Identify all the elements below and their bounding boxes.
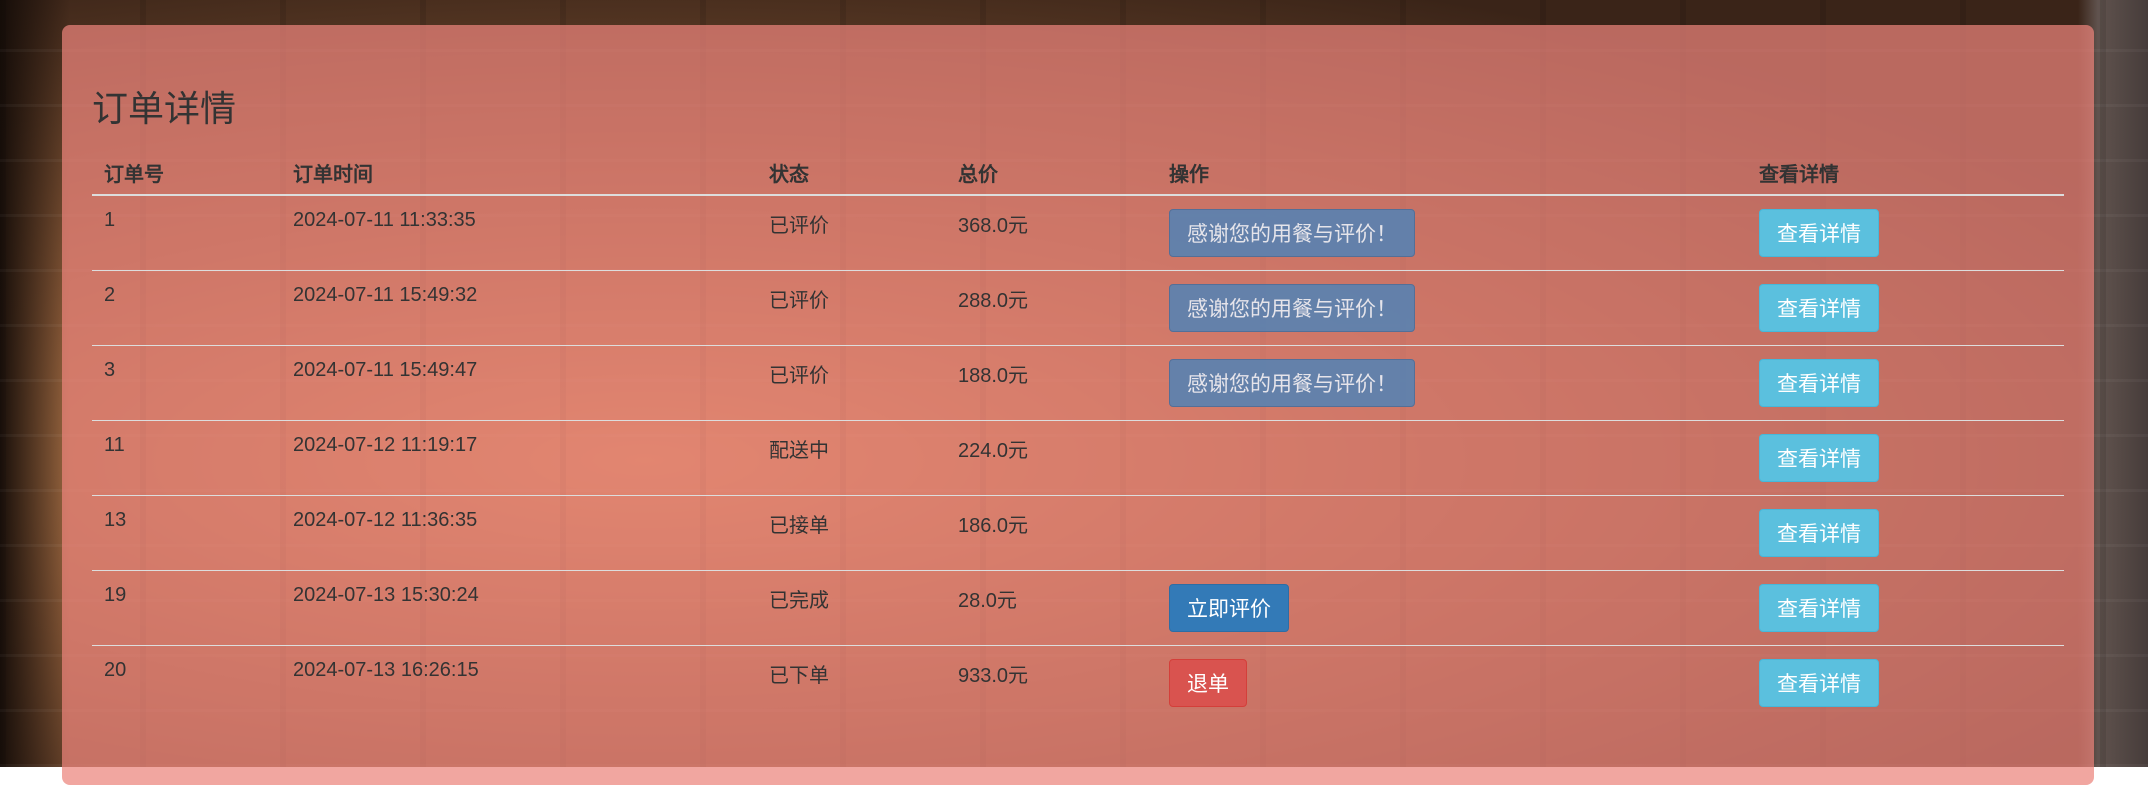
order-total: 288.0元 [958, 290, 1029, 312]
order-action-cell [1157, 495, 1747, 571]
order-time-cell: 2024-07-13 15:30:24 [281, 570, 757, 646]
order-id: 11 [104, 434, 125, 456]
view-detail-button[interactable]: 查看详情 [1759, 359, 1879, 407]
review-now-button[interactable]: 立即评价 [1169, 584, 1289, 632]
order-action-cell: 退单 [1157, 645, 1747, 720]
table-row: 13 2024-07-12 11:36:35 已接单 186.0元 查看详情 [92, 495, 2064, 571]
order-id: 2 [104, 284, 116, 306]
order-action-cell: 立即评价 [1157, 570, 1747, 646]
order-status: 已完成 [769, 590, 829, 612]
order-id: 13 [104, 509, 127, 531]
view-detail-button[interactable]: 查看详情 [1759, 584, 1879, 632]
order-time-cell: 2024-07-11 15:49:47 [281, 345, 757, 421]
order-total: 224.0元 [958, 440, 1029, 462]
order-time: 2024-07-12 11:19:17 [293, 434, 478, 456]
order-status-cell: 已评价 [757, 270, 946, 346]
view-detail-button[interactable]: 查看详情 [1759, 509, 1879, 557]
order-status: 已下单 [769, 665, 829, 687]
order-time: 2024-07-11 15:49:32 [293, 284, 478, 306]
order-total: 186.0元 [958, 515, 1029, 537]
order-time-cell: 2024-07-12 11:19:17 [281, 420, 757, 496]
order-action-cell: 感谢您的用餐与评价！ [1157, 270, 1747, 346]
order-time: 2024-07-13 15:30:24 [293, 584, 479, 606]
order-total: 368.0元 [958, 215, 1029, 237]
header-action: 操作 [1157, 150, 1747, 196]
order-detail-cell: 查看详情 [1747, 420, 2064, 496]
order-total: 188.0元 [958, 365, 1029, 387]
order-status: 配送中 [769, 440, 829, 462]
order-id: 19 [104, 584, 127, 606]
thanks-button[interactable]: 感谢您的用餐与评价！ [1169, 284, 1415, 332]
order-id: 1 [104, 209, 116, 231]
order-total-cell: 368.0元 [946, 195, 1157, 271]
orders-table: 订单号 订单时间 状态 总价 操作 查看详情 1 2024-07-11 11:3… [92, 150, 2064, 720]
header-status: 状态 [757, 150, 946, 196]
table-row: 20 2024-07-13 16:26:15 已下单 933.0元 退单 查看详… [92, 645, 2064, 720]
order-total-cell: 288.0元 [946, 270, 1157, 346]
refund-button[interactable]: 退单 [1169, 659, 1247, 707]
order-total-cell: 224.0元 [946, 420, 1157, 496]
order-action-cell [1157, 420, 1747, 496]
order-total: 28.0元 [958, 590, 1017, 612]
thanks-button[interactable]: 感谢您的用餐与评价！ [1169, 209, 1415, 257]
order-detail-cell: 查看详情 [1747, 195, 2064, 271]
order-id-cell: 2 [92, 270, 281, 346]
order-time: 2024-07-11 11:33:35 [293, 209, 476, 231]
table-row: 2 2024-07-11 15:49:32 已评价 288.0元 感谢您的用餐与… [92, 270, 2064, 346]
page-title: 订单详情 [92, 89, 237, 130]
order-total-cell: 188.0元 [946, 345, 1157, 421]
order-total-cell: 933.0元 [946, 645, 1157, 720]
view-detail-button[interactable]: 查看详情 [1759, 434, 1879, 482]
order-detail-cell: 查看详情 [1747, 345, 2064, 421]
thanks-button[interactable]: 感谢您的用餐与评价！ [1169, 359, 1415, 407]
order-id-cell: 3 [92, 345, 281, 421]
order-status: 已评价 [769, 365, 829, 387]
order-total-cell: 186.0元 [946, 495, 1157, 571]
view-detail-button[interactable]: 查看详情 [1759, 659, 1879, 707]
order-status-cell: 已接单 [757, 495, 946, 571]
order-time-cell: 2024-07-11 11:33:35 [281, 195, 757, 271]
order-time: 2024-07-11 15:49:47 [293, 359, 478, 381]
order-id-cell: 20 [92, 645, 281, 720]
order-total: 933.0元 [958, 665, 1029, 687]
order-status: 已接单 [769, 515, 829, 537]
order-detail-cell: 查看详情 [1747, 270, 2064, 346]
order-status-cell: 已评价 [757, 195, 946, 271]
order-status-cell: 已评价 [757, 345, 946, 421]
order-id-cell: 11 [92, 420, 281, 496]
order-time: 2024-07-13 16:26:15 [293, 659, 479, 681]
header-total: 总价 [946, 150, 1157, 196]
order-status-cell: 已下单 [757, 645, 946, 720]
order-status: 已评价 [769, 290, 829, 312]
order-time: 2024-07-12 11:36:35 [293, 509, 478, 531]
table-row: 3 2024-07-11 15:49:47 已评价 188.0元 感谢您的用餐与… [92, 345, 2064, 421]
order-time-cell: 2024-07-12 11:36:35 [281, 495, 757, 571]
order-id: 3 [104, 359, 116, 381]
table-header-row: 订单号 订单时间 状态 总价 操作 查看详情 [92, 150, 2064, 196]
order-action-cell: 感谢您的用餐与评价！ [1157, 195, 1747, 271]
order-id-cell: 13 [92, 495, 281, 571]
order-detail-cell: 查看详情 [1747, 495, 2064, 571]
table-row: 11 2024-07-12 11:19:17 配送中 224.0元 查看详情 [92, 420, 2064, 496]
order-total-cell: 28.0元 [946, 570, 1157, 646]
header-order-time: 订单时间 [281, 150, 757, 196]
table-row: 19 2024-07-13 15:30:24 已完成 28.0元 立即评价 查看… [92, 570, 2064, 646]
order-status-cell: 已完成 [757, 570, 946, 646]
header-order-id: 订单号 [92, 150, 281, 196]
order-status: 已评价 [769, 215, 829, 237]
order-status-cell: 配送中 [757, 420, 946, 496]
table-row: 1 2024-07-11 11:33:35 已评价 368.0元 感谢您的用餐与… [92, 195, 2064, 271]
order-action-cell: 感谢您的用餐与评价！ [1157, 345, 1747, 421]
order-id-cell: 1 [92, 195, 281, 271]
view-detail-button[interactable]: 查看详情 [1759, 209, 1879, 257]
order-detail-cell: 查看详情 [1747, 645, 2064, 720]
header-detail: 查看详情 [1747, 150, 2064, 196]
order-detail-cell: 查看详情 [1747, 570, 2064, 646]
view-detail-button[interactable]: 查看详情 [1759, 284, 1879, 332]
order-id-cell: 19 [92, 570, 281, 646]
order-time-cell: 2024-07-11 15:49:32 [281, 270, 757, 346]
order-time-cell: 2024-07-13 16:26:15 [281, 645, 757, 720]
order-id: 20 [104, 659, 127, 681]
